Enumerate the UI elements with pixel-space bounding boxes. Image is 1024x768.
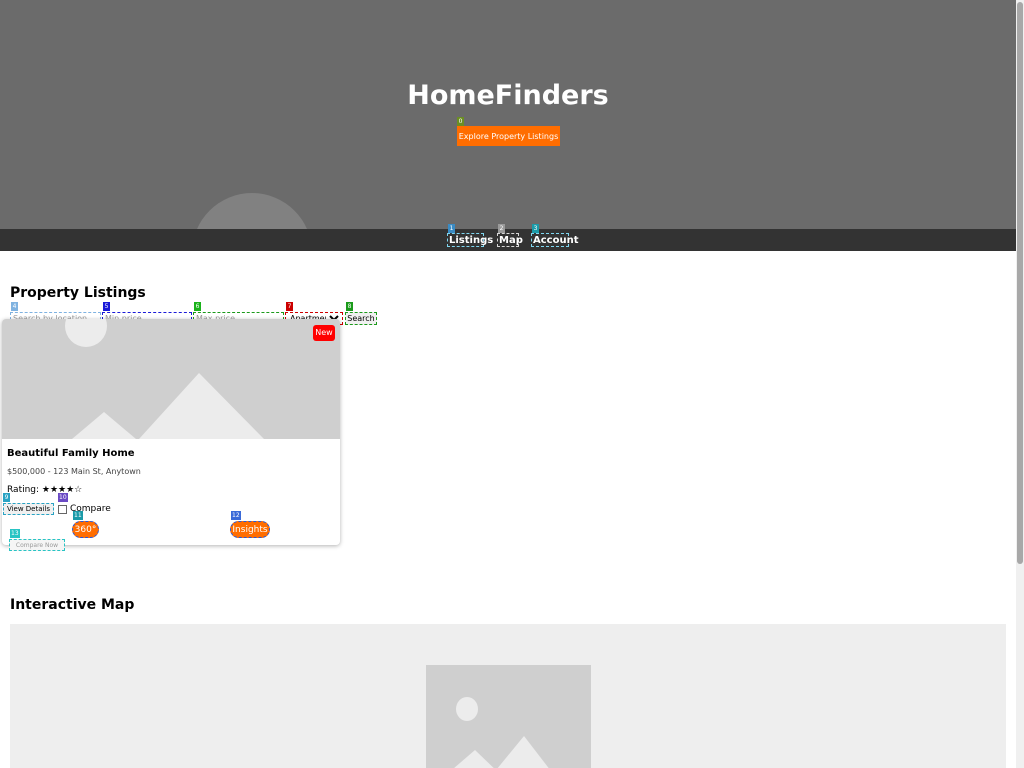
element-marker-0: 0: [457, 117, 464, 126]
listings-heading: Property Listings: [10, 285, 146, 301]
nav-link-listings[interactable]: Listings: [447, 233, 493, 247]
element-marker-13: 13: [10, 529, 20, 538]
hero-banner: HomeFinders Explore Property Listings: [0, 0, 1016, 229]
element-marker-4: 4: [11, 302, 18, 311]
virtual-tour-button[interactable]: 360°: [72, 521, 99, 538]
element-marker-3: 3: [532, 224, 539, 233]
element-marker-11: 11: [73, 511, 83, 520]
insights-button[interactable]: Insights: [230, 521, 270, 538]
compare-toggle[interactable]: Compare: [57, 503, 111, 515]
nav-link-map[interactable]: Map: [497, 233, 523, 247]
compare-checkbox[interactable]: [58, 504, 67, 514]
page-scrollbar[interactable]: [1016, 0, 1024, 768]
search-button[interactable]: Search: [345, 312, 377, 325]
view-details-button[interactable]: View Details: [3, 503, 54, 515]
image-placeholder-icon: [65, 319, 264, 439]
new-badge: New: [313, 325, 335, 341]
element-marker-2: 2: [498, 224, 505, 233]
map-image-placeholder: [426, 665, 591, 768]
property-image-placeholder: [2, 319, 340, 439]
element-marker-7: 7: [286, 302, 293, 311]
site-title: HomeFinders: [407, 80, 609, 111]
compare-now-button[interactable]: Compare Now: [9, 539, 65, 551]
nav-link-account[interactable]: Account: [531, 233, 578, 247]
hero-decorative-circle: [192, 193, 312, 229]
element-marker-12: 12: [231, 511, 241, 520]
property-rating: Rating: ★★★★☆: [7, 485, 83, 495]
element-marker-9: 9: [3, 493, 10, 502]
map-heading: Interactive Map: [10, 597, 135, 613]
element-marker-5: 5: [103, 302, 110, 311]
map-placeholder-icon: [454, 697, 549, 768]
interactive-map[interactable]: [10, 624, 1006, 768]
property-title: Beautiful Family Home: [7, 448, 135, 459]
element-marker-6: 6: [194, 302, 201, 311]
explore-listings-button[interactable]: Explore Property Listings: [457, 126, 560, 146]
element-marker-8: 8: [346, 302, 353, 311]
property-price-address: $500,000 - 123 Main St, Anytown: [7, 467, 141, 476]
element-marker-10: 10: [58, 493, 68, 502]
element-marker-1: 1: [448, 224, 455, 233]
scrollbar-thumb[interactable]: [1017, 2, 1023, 564]
main-nav: Listings Map Account: [0, 229, 1016, 251]
